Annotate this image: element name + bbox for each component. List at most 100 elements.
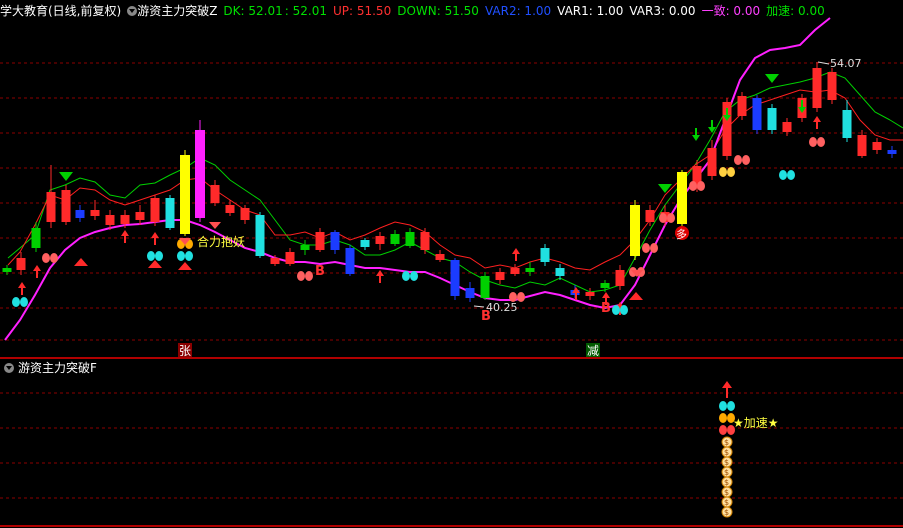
candle-body — [872, 142, 882, 150]
candle-body — [375, 236, 385, 244]
buy-arrow-icon — [602, 292, 610, 298]
candle-body — [737, 96, 747, 116]
candle-body — [420, 232, 430, 250]
candle-body — [465, 288, 475, 298]
buy-arrow-icon-stem — [816, 122, 818, 129]
candle-body — [31, 228, 41, 248]
buy-triangle-icon — [629, 292, 643, 300]
butterfly-icon — [659, 213, 667, 223]
sell-triangle-icon — [59, 172, 73, 181]
buy-arrow-icon — [18, 282, 26, 288]
indicator-menu-icon[interactable] — [127, 6, 138, 16]
buy-arrow-icon-stem — [21, 288, 23, 295]
candle-body — [330, 232, 340, 250]
sub-butterfly-icon — [719, 413, 727, 423]
coin-symbol: $ — [724, 508, 729, 517]
butterfly-icon-wing — [620, 305, 628, 315]
jian-text: 减 — [587, 344, 599, 358]
buy-arrow-icon-stem — [36, 271, 38, 278]
buy-marker-b2: B — [481, 309, 491, 324]
candle-body — [435, 254, 445, 260]
var1-value: VAR1: 1.00 — [557, 4, 624, 18]
down-arrow-icon-stem — [695, 128, 697, 135]
candle-body — [195, 130, 205, 218]
candle-body — [495, 272, 505, 280]
candle-body — [16, 258, 26, 270]
candle-body — [300, 245, 310, 250]
coin-symbol: $ — [724, 478, 729, 487]
buy-arrow-icon — [151, 232, 159, 238]
down-value: DOWN: 51.50 — [397, 4, 479, 18]
buy-arrow-icon-stem — [515, 254, 517, 261]
buy-triangle-icon — [74, 258, 88, 266]
butterfly-icon-wing — [697, 181, 705, 191]
yizhi-value: 一致: 0.00 — [701, 4, 761, 18]
sell-triangle-icon — [765, 74, 779, 83]
sub-indicator-title[interactable]: 游资主力突破F — [18, 361, 97, 375]
butterfly-icon — [297, 271, 305, 281]
butterfly-icon — [402, 271, 410, 281]
candle-body — [345, 248, 355, 274]
candle-body — [752, 98, 762, 130]
butterfly-icon-wing — [517, 292, 525, 302]
candle-body — [525, 268, 535, 272]
coin-symbol: $ — [724, 448, 729, 457]
sub-butterfly-icon — [719, 401, 727, 411]
coin-symbol: $ — [724, 498, 729, 507]
down-arrow-icon-stem — [801, 100, 803, 107]
butterfly-icon-wing — [155, 251, 163, 261]
candle-body — [240, 208, 250, 220]
buy-arrow-icon-stem — [575, 293, 577, 300]
down-arrow-icon-stem — [711, 120, 713, 127]
zhang-text: 张 — [179, 344, 191, 358]
candle-body — [225, 205, 235, 213]
candle-body — [677, 172, 687, 224]
buy-arrow-icon — [121, 230, 129, 236]
main-chart[interactable]: $$$$$$$$ 合力抱妖 40.25 54.07 张 减 多 B B B ★加… — [0, 0, 903, 528]
candle-body — [270, 258, 280, 264]
trend-line — [4, 17, 831, 341]
candle-body — [615, 270, 625, 286]
candle-body — [585, 292, 595, 296]
candle-body — [600, 283, 610, 288]
candle-body — [90, 210, 100, 216]
butterfly-icon — [177, 251, 185, 261]
butterfly-icon-wing — [742, 155, 750, 165]
candle-body — [540, 248, 550, 262]
candle-body — [842, 110, 852, 138]
candle-body — [782, 122, 792, 132]
butterfly-icon — [779, 170, 787, 180]
candle-body — [315, 232, 325, 250]
butterfly-icon-wing — [185, 251, 193, 261]
sub-butterfly-icon — [719, 425, 727, 435]
candle-body — [285, 252, 295, 264]
sub-buy-arrow-stem — [726, 388, 728, 398]
candle-body — [812, 68, 822, 108]
buy-arrow-icon — [33, 265, 41, 271]
candle-body — [767, 108, 777, 130]
duo-text: 多 — [676, 227, 687, 241]
buy-arrow-icon — [512, 248, 520, 254]
candle-body — [2, 268, 12, 272]
jiasu-label: ★加速★ — [733, 416, 779, 430]
sub-indicator-menu-icon[interactable] — [4, 363, 14, 373]
down-arrow-icon-stem — [726, 108, 728, 115]
candle-body — [135, 212, 145, 220]
var2-value: VAR2: 1.00 — [484, 4, 552, 18]
var3-value: VAR3: 0.00 — [629, 4, 696, 18]
buy-arrow-icon — [813, 116, 821, 122]
candle-body — [450, 260, 460, 296]
candle-body — [887, 150, 897, 154]
hefeng-label: 合力抱妖 — [197, 234, 245, 249]
buy-triangle-icon — [148, 260, 162, 268]
gem-icon — [209, 222, 221, 229]
sub-butterfly-icon-wing — [727, 401, 735, 411]
buy-marker-b3: B — [601, 301, 611, 316]
butterfly-icon — [809, 137, 817, 147]
coin-symbol: $ — [724, 488, 729, 497]
indicator-title[interactable]: 游资主力突破Z — [137, 4, 217, 18]
buy-arrow-icon-stem — [124, 236, 126, 243]
coin-symbol: $ — [724, 438, 729, 447]
sub-buy-arrow-icon — [722, 381, 732, 388]
butterfly-icon-wing — [50, 253, 58, 263]
